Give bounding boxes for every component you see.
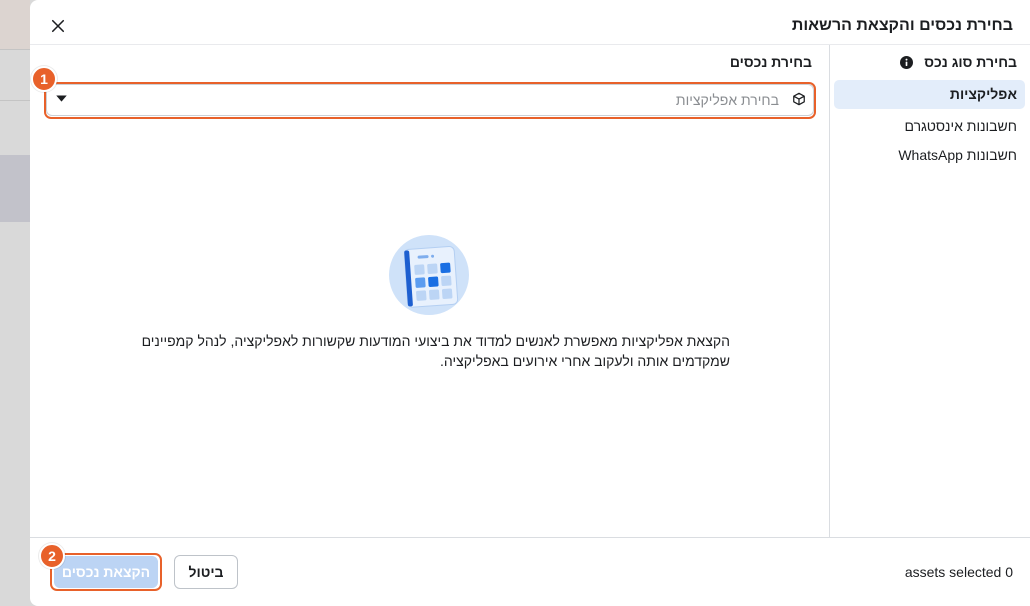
asset-type-item-apps[interactable]: אפליקציות <box>834 80 1025 109</box>
close-button[interactable] <box>46 14 70 38</box>
assign-apps-description: הקצאת אפליקציות מאפשרת לאנשים למדוד את ב… <box>142 331 730 371</box>
info-icon-glyph <box>900 55 914 69</box>
annotation-badge-1: 1 <box>31 66 57 92</box>
close-icon-cross <box>51 19 65 33</box>
info-icon-dot <box>905 58 908 61</box>
grid-tile <box>428 276 439 287</box>
grid-tile <box>414 264 425 275</box>
cube-icon-glyph <box>793 92 805 106</box>
cube-icon-outline <box>793 92 805 106</box>
grid-tile <box>440 262 451 274</box>
asset-type-sidebar: בחירת סוג נכס אפליקציות חשבונות אינסטגרם… <box>829 45 1030 537</box>
grid-tile <box>441 288 453 300</box>
dialog-header: בחירת נכסים והקצאת הרשאות <box>30 0 1030 45</box>
app-grid-illustration <box>388 234 470 316</box>
grid-tile <box>441 275 452 287</box>
caret-down-icon-triangle <box>56 95 67 102</box>
info-icon-stem <box>905 61 908 66</box>
grid-tile <box>429 289 440 300</box>
background-divider <box>0 100 30 101</box>
dialog-title: בחירת נכסים והקצאת הרשאות <box>791 17 1013 34</box>
asset-type-list: אפליקציות חשבונות אינסטגרם חשבונות Whats… <box>834 80 1025 170</box>
selection-status: assets selected 0 <box>904 564 1013 580</box>
info-icon[interactable] <box>900 55 914 69</box>
asset-select[interactable] <box>46 84 814 116</box>
background-page-header <box>0 0 30 49</box>
asset-selection-panel: בחירת נכסים בחירת אפליקציות הקצאת אפליקצ… <box>30 45 829 537</box>
caret-down-icon-glyph <box>56 95 67 102</box>
annotation-badge-2: 2 <box>39 543 65 569</box>
asset-select-input[interactable] <box>79 85 779 115</box>
app-grid-illustration-art <box>389 235 469 315</box>
grid-tile <box>416 290 427 301</box>
cancel-button[interactable]: ביטול <box>174 555 238 589</box>
asset-selection-heading: בחירת נכסים <box>729 54 812 70</box>
asset-type-item-instagram[interactable]: חשבונות אינסטגרם <box>834 112 1025 141</box>
background-page-block <box>0 155 30 222</box>
description-line: שמקדמים אותה ולעקוב אחרי אירועים באפליקצ… <box>440 353 730 369</box>
assign-assets-dialog: בחירת נכסים והקצאת הרשאות בחירת סוג נכס … <box>30 0 1030 606</box>
asset-type-heading: בחירת סוג נכס <box>900 53 1017 71</box>
caret-down-icon[interactable] <box>56 95 67 102</box>
grid-tile <box>415 277 426 288</box>
background-divider <box>0 49 30 50</box>
asset-type-heading-label: בחירת סוג נכס <box>924 54 1017 70</box>
assign-assets-button[interactable]: הקצאת נכסים <box>54 556 158 588</box>
close-icon[interactable] <box>51 19 65 33</box>
illustration-device <box>403 246 459 308</box>
dialog-footer: assets selected 0 ביטול הקצאת נכסים <box>30 537 1030 606</box>
grid-tile <box>427 263 438 274</box>
description-line: הקצאת אפליקציות מאפשרת לאנשים למדוד את ב… <box>141 333 730 349</box>
asset-type-item-whatsapp[interactable]: חשבונות WhatsApp <box>834 141 1025 170</box>
cube-icon <box>792 92 806 106</box>
